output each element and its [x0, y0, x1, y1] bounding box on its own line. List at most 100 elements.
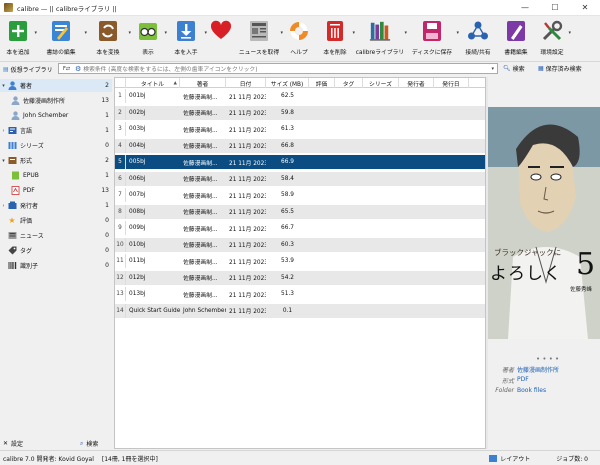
cell-empty: [335, 271, 363, 285]
search-button[interactable]: 🔍︎ 検索: [503, 63, 525, 74]
table-row[interactable]: 14 Quick Start Guide John Schember 21 11月 2…: [115, 303, 485, 318]
find-in-tags-button[interactable]: ⌕ 検索: [80, 438, 98, 449]
table-row[interactable]: 7 007bj 佐藤漫画制... 21 11月 2023 58.9: [115, 188, 485, 202]
view-button[interactable]: 表示 ▾: [130, 18, 167, 62]
convert-books-button[interactable]: 本を変換 ▾: [86, 18, 131, 62]
fetch-news-button[interactable]: ニュースを取得 ▾: [236, 18, 283, 62]
row-number: 3: [115, 122, 126, 136]
cell-date: 21 11月 2023: [229, 177, 266, 183]
tag-formats[interactable]: ▾ 形式 2: [0, 154, 112, 167]
saved-search-icon: ▦: [538, 65, 544, 72]
table-row[interactable]: 8 008bj 佐藤漫画制... 21 11月 2023 65.5: [115, 204, 485, 219]
column-header[interactable]: 発行者: [399, 78, 434, 88]
cell-author: 佐藤漫画制...: [183, 127, 218, 134]
get-books-button[interactable]: 本を入手 ▾: [166, 18, 207, 62]
remove-books-button[interactable]: 本を削除 ▾: [316, 18, 355, 62]
format-link[interactable]: PDF: [517, 376, 529, 385]
cell-author: 佐藤漫画制...: [183, 177, 218, 183]
table-row[interactable]: 6 006bj 佐藤漫画制... 21 11月 2023 58.4: [115, 171, 485, 186]
author-link[interactable]: 佐藤漫画制作所: [517, 365, 559, 374]
tag-format-item[interactable]: EPUB 1: [0, 169, 112, 182]
cell-empty: [434, 287, 469, 301]
cell-empty: [363, 155, 399, 169]
layout-button[interactable]: レイアウト: [489, 454, 530, 463]
tag-author-item[interactable]: John Schember 1: [0, 109, 112, 122]
find-as-you-type-icon[interactable]: F⇄: [63, 66, 73, 72]
table-row[interactable]: 5 005bj 佐藤漫画制... 21 11月 2023 66.9: [115, 155, 485, 169]
connect-share-button[interactable]: 接続/共有: [458, 18, 498, 62]
configure-tag-browser-button[interactable]: ✕ 設定: [3, 438, 23, 449]
column-header[interactable]: 日付: [226, 78, 266, 88]
jobs-indicator[interactable]: ジョブ数: 0: [556, 454, 588, 463]
virtual-library-button[interactable]: ▤ 仮想ライブラリ: [3, 65, 58, 74]
tag-format-item[interactable]: PDF 13: [0, 184, 112, 197]
table-row[interactable]: 1 001bj 佐藤漫画制... 21 11月 2023 62.5: [115, 89, 485, 103]
book-cover-image[interactable]: ブラックジャックに よろしく 5 佐藤秀峰: [488, 107, 600, 339]
cell-empty: [363, 89, 399, 103]
calibre-library-button[interactable]: calibreライブラリ ▾: [354, 18, 407, 62]
column-header[interactable]: サイズ (MB): [266, 78, 309, 88]
chevron-right-icon[interactable]: ›: [0, 203, 7, 209]
saved-searches-button[interactable]: ▦ 保存済み検索: [538, 63, 582, 74]
network-icon: [467, 19, 489, 43]
panel-resize-handle[interactable]: • • • •: [536, 355, 559, 363]
tag-identifiers[interactable]: 識別子 0: [0, 259, 112, 272]
maximize-button[interactable]: ☐: [540, 0, 570, 16]
tag-rating[interactable]: ★ 評価 0: [0, 214, 112, 227]
download-icon: [175, 19, 197, 43]
close-button[interactable]: ✕: [570, 0, 600, 16]
cell-empty: [363, 122, 399, 136]
preferences-button[interactable]: 環境設定 ▾: [534, 18, 571, 62]
chevron-down-icon[interactable]: ▾: [491, 66, 494, 72]
tag-authors[interactable]: ▾ 著者 2: [0, 79, 112, 92]
table-row[interactable]: 13 013bj 佐藤漫画制... 21 11月 2023 51.3: [115, 287, 485, 301]
cell-empty: [399, 205, 434, 219]
donate-heart-button[interactable]: [206, 18, 236, 62]
help-button[interactable]: ヘルプ: [282, 18, 316, 62]
column-header[interactable]: タグ: [335, 78, 363, 88]
table-row[interactable]: 12 012bj 佐藤漫画制... 21 11月 2023 54.2: [115, 270, 485, 285]
tag-languages[interactable]: › 言語 1: [0, 124, 112, 137]
table-row[interactable]: 10 010bj 佐藤漫画制... 21 11月 2023 60.3: [115, 237, 485, 252]
cell-size: 54.2: [281, 274, 294, 281]
library-books-icon: [369, 19, 391, 43]
chevron-down-icon[interactable]: ▾: [0, 158, 7, 164]
folder-link[interactable]: Book files: [517, 387, 546, 394]
add-books-button[interactable]: 本を追加 ▾: [0, 18, 37, 62]
tag-author-item[interactable]: 佐藤漫画制作所 13: [0, 94, 112, 107]
column-header[interactable]: 発行日: [434, 78, 469, 88]
cell-empty: [399, 238, 434, 252]
cell-size: 60.3: [281, 241, 294, 248]
search-input[interactable]: F⇄ ⚙ 検索条件 (高度な検索をするには、左側の歯車アイコンをクリック) ▾: [58, 63, 498, 74]
table-row[interactable]: 11 011bj 佐藤漫画制... 21 11月 2023 53.9: [115, 254, 485, 268]
table-row[interactable]: 2 002bj 佐藤漫画制... 21 11月 2023 59.8: [115, 105, 485, 120]
edit-metadata-button[interactable]: 書誌の編集 ▾: [36, 18, 87, 62]
gear-icon[interactable]: ⚙: [75, 65, 81, 73]
column-header[interactable]: 評価: [309, 78, 335, 88]
chevron-right-icon[interactable]: ›: [0, 128, 7, 134]
column-header[interactable]: タイトル ▲: [126, 78, 180, 88]
cell-author: John Schember: [183, 307, 226, 314]
column-header[interactable]: シリーズ: [363, 78, 399, 88]
tag-publisher[interactable]: › 発行者 1: [0, 199, 112, 212]
cell-title: 002bj: [129, 109, 146, 116]
cell-date: 21 11月 2023: [229, 111, 266, 117]
table-row[interactable]: 3 003bj 佐藤漫画制... 21 11月 2023 61.3: [115, 122, 485, 136]
chevron-down-icon[interactable]: ▾: [0, 83, 7, 89]
star-icon: ★: [8, 216, 16, 225]
minimize-button[interactable]: —: [510, 0, 540, 16]
table-row[interactable]: 9 009bj 佐藤漫画制... 21 11月 2023 66.7: [115, 221, 485, 235]
cell-empty: [434, 155, 469, 169]
table-row[interactable]: 4 004bj 佐藤漫画制... 21 11月 2023 66.8: [115, 138, 485, 153]
cell-title: 009bj: [129, 225, 146, 231]
chevron-down-icon[interactable]: ▾: [568, 30, 571, 36]
tag-tags[interactable]: タグ 0: [0, 244, 112, 257]
column-header[interactable]: 著者: [180, 78, 226, 88]
save-to-disk-button[interactable]: ディスクに保存 ▾: [406, 18, 459, 62]
edit-book-button[interactable]: 書籍編集: [498, 18, 534, 62]
tag-news[interactable]: ニュース 0: [0, 229, 112, 242]
tag-series[interactable]: シリーズ 0: [0, 139, 112, 152]
cell-date: 21 11月 2023: [229, 144, 266, 150]
cell-empty: [399, 221, 434, 235]
cell-empty: [363, 304, 399, 318]
